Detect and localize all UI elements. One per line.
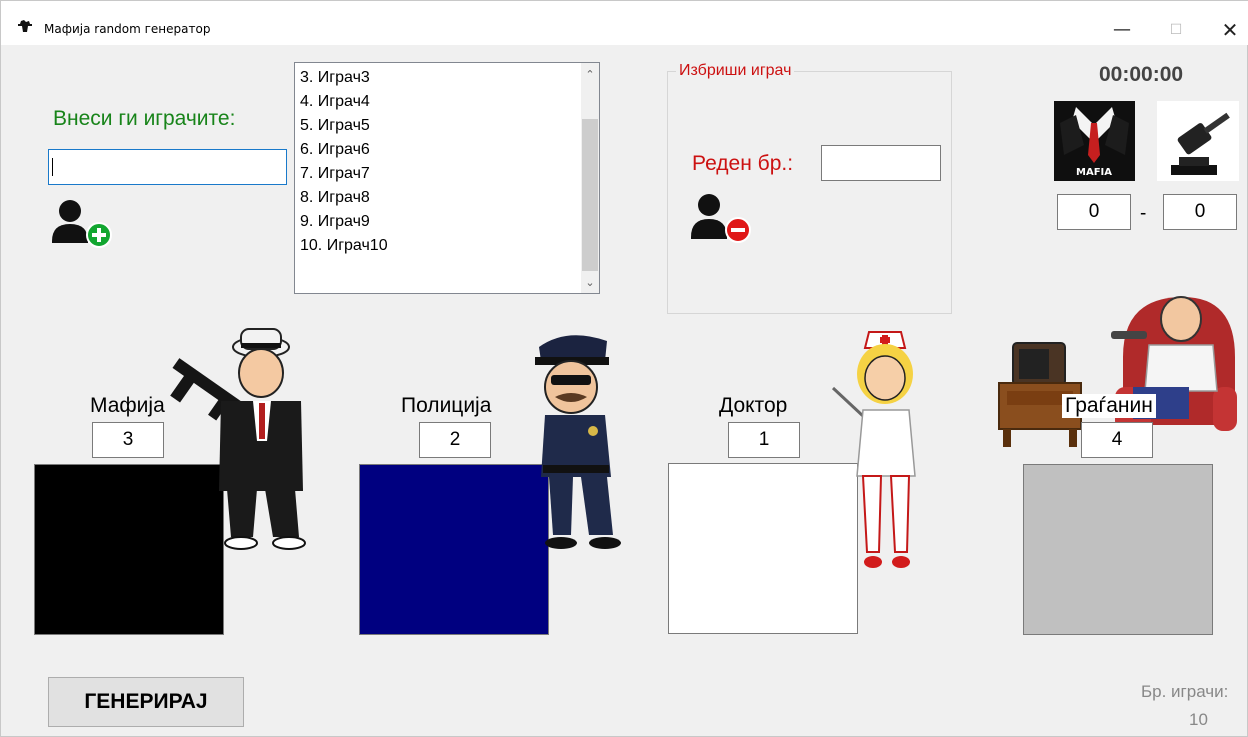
add-player-icon[interactable] (50, 197, 114, 249)
police-count: 2 (419, 422, 491, 458)
citizen-label: Граѓанин (1062, 394, 1156, 418)
doctor-count: 1 (728, 422, 800, 458)
player-name-input[interactable] (48, 149, 287, 185)
mafia-label: Мафија (90, 394, 165, 417)
list-item[interactable]: 9. Играч9 (300, 213, 370, 231)
mafia-hat-icon (18, 20, 32, 32)
list-item[interactable]: 8. Играч8 (300, 189, 370, 207)
mafia-logo-text: MAFIA (1076, 167, 1112, 178)
doctor-nurse-icon (831, 331, 916, 568)
list-item[interactable]: 6. Играч6 (300, 141, 370, 159)
list-item[interactable]: 5. Играч5 (300, 117, 370, 135)
minimize-button[interactable]: — (1107, 15, 1137, 45)
game-timer: 00:00:00 (1099, 63, 1184, 86)
mafia-suit-icon: MAFIA (1054, 101, 1135, 181)
vertical-scrollbar[interactable]: ⌃ ⌄ (581, 63, 599, 293)
citizen-color-panel (1023, 464, 1213, 635)
close-button[interactable]: ✕ (1215, 15, 1245, 45)
mafia-score: 0 (1057, 194, 1131, 230)
player-count-value: 10 (1189, 710, 1208, 729)
list-item[interactable]: 7. Играч7 (300, 165, 370, 183)
list-item[interactable]: 3. Играч3 (300, 69, 370, 87)
list-item[interactable]: 10. Играч10 (300, 237, 388, 255)
order-number-input[interactable] (821, 145, 941, 181)
list-item[interactable]: 4. Играч4 (300, 93, 370, 111)
players-listbox[interactable]: 3. Играч3 4. Играч4 5. Играч5 6. Играч6 … (294, 62, 600, 294)
scroll-up-icon[interactable]: ⌃ (581, 66, 599, 84)
title-bar: Мафија random генератор — ☐ ✕ (1, 1, 1248, 45)
gavel-icon (1157, 101, 1239, 181)
enter-players-label: Внеси ги играчите: (53, 107, 236, 130)
citizens-score: 0 (1163, 194, 1237, 230)
generate-button[interactable]: ГЕНЕРИРАЈ (48, 677, 244, 727)
player-count-label: Бр. играчи: (1141, 682, 1229, 701)
citizen-count: 4 (1081, 422, 1153, 458)
mafia-count: 3 (92, 422, 164, 458)
remove-player-title: Избриши играч (676, 62, 795, 80)
maximize-button[interactable]: ☐ (1161, 15, 1191, 45)
app-window: Мафија random генератор — ☐ ✕ Внеси ги и… (0, 0, 1248, 737)
order-number-label: Реден бр.: (692, 152, 794, 175)
police-officer-icon (535, 335, 621, 549)
police-color-panel (359, 464, 549, 635)
score-separator: - (1140, 203, 1147, 224)
doctor-label: Доктор (719, 394, 788, 417)
scroll-down-icon[interactable]: ⌄ (581, 274, 599, 292)
mafia-gangster-icon (170, 328, 306, 550)
police-label: Полиција (401, 394, 492, 417)
text-caret (52, 158, 53, 176)
remove-player-icon[interactable] (689, 191, 753, 245)
scroll-thumb[interactable] (582, 119, 598, 271)
window-title: Мафија random генератор (44, 22, 211, 36)
